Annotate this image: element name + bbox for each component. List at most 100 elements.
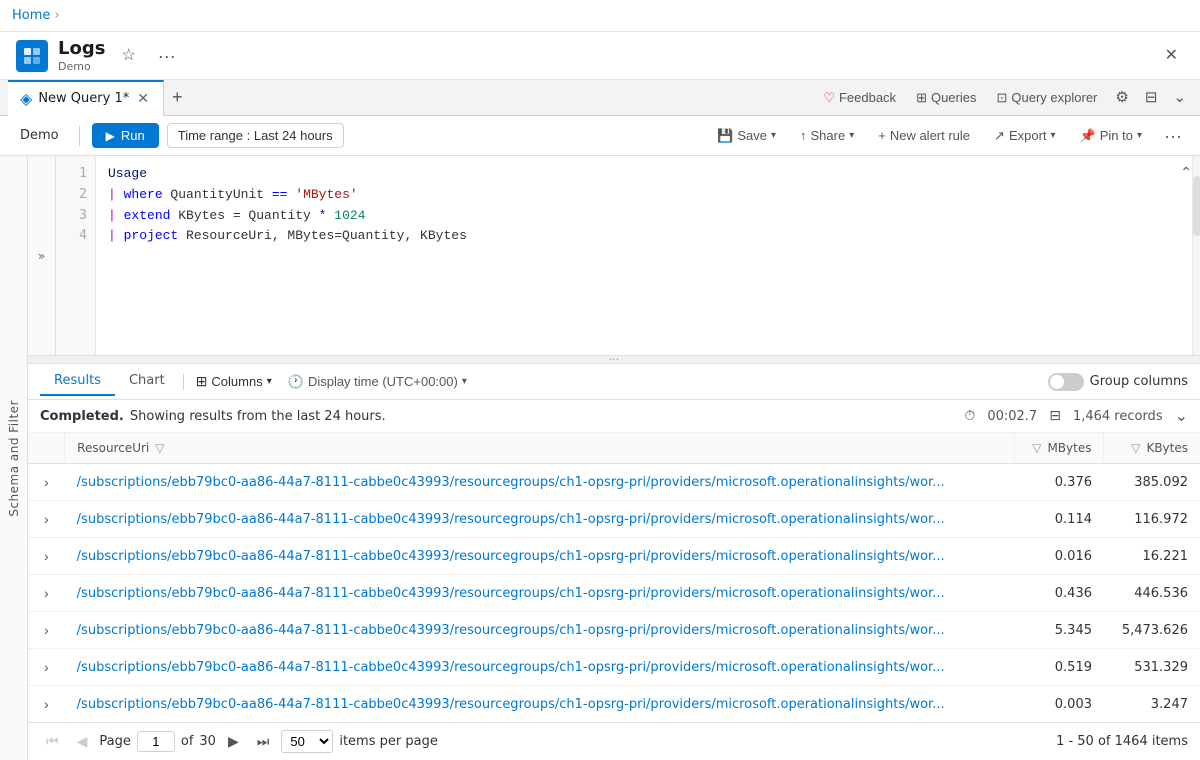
row-resource-uri: /subscriptions/ebb79bc0-aa86-44a7-8111-c… <box>65 575 1015 612</box>
feedback-button[interactable]: ♡ Feedback <box>815 86 904 110</box>
row-kbytes: 3.247 <box>1104 686 1200 723</box>
expand-row-button[interactable]: › <box>40 694 53 714</box>
status-completed: Completed. <box>40 409 124 424</box>
results-tab-divider <box>183 374 184 390</box>
expand-row-button[interactable]: › <box>40 620 53 640</box>
pin-to-button[interactable]: 📌 Pin to ▾ <box>1072 124 1150 148</box>
breadcrumb-home[interactable]: Home <box>12 8 50 23</box>
code-line-3: | extend KBytes = Quantity * 1024 <box>108 206 1188 227</box>
tab-label: New Query 1* <box>38 91 129 106</box>
row-kbytes: 5,473.626 <box>1104 612 1200 649</box>
tab-icon: ◈ <box>20 89 32 108</box>
tab-results[interactable]: Results <box>40 367 115 396</box>
collapse-sidebar-btn[interactable]: » <box>28 156 56 355</box>
status-message: Showing results from the last 24 hours. <box>130 409 386 424</box>
row-expand-cell: › <box>28 612 65 649</box>
settings-button[interactable]: ⚙ <box>1109 86 1134 109</box>
line-number: 4 <box>56 226 95 247</box>
row-resource-uri: /subscriptions/ebb79bc0-aa86-44a7-8111-c… <box>65 686 1015 723</box>
line-number: 1 <box>56 164 95 185</box>
row-mbytes: 5.345 <box>1014 612 1104 649</box>
time-range-button[interactable]: Time range : Last 24 hours <box>167 123 344 148</box>
per-page-select[interactable]: 50 100 200 <box>281 730 333 753</box>
query-editor: » 1 2 3 4 Usage | where QuantityUnit == … <box>28 156 1200 356</box>
alert-icon: + <box>878 128 886 143</box>
row-expand-cell: › <box>28 538 65 575</box>
table-row: › /subscriptions/ebb79bc0-aa86-44a7-8111… <box>28 538 1200 575</box>
expand-row-button[interactable]: › <box>40 583 53 603</box>
results-table: ResourceUri ▽ ▽ MBytes <box>28 433 1200 722</box>
row-resource-uri: /subscriptions/ebb79bc0-aa86-44a7-8111-c… <box>65 538 1015 575</box>
code-editor[interactable]: Usage | where QuantityUnit == 'MBytes' |… <box>96 156 1200 355</box>
tab-chart[interactable]: Chart <box>115 367 179 396</box>
more-toolbar-button[interactable]: ··· <box>1158 123 1188 149</box>
expand-results-button[interactable]: ⌄ <box>1175 406 1188 426</box>
prev-page-button[interactable]: ◀ <box>71 730 94 753</box>
first-page-button[interactable]: ⏮ <box>40 730 65 753</box>
table-row: › /subscriptions/ebb79bc0-aa86-44a7-8111… <box>28 649 1200 686</box>
queries-button[interactable]: ⊞ Queries <box>908 86 984 110</box>
expand-row-button[interactable]: › <box>40 509 53 529</box>
tab-bar: ◈ New Query 1* ✕ + ♡ Feedback ⊞ Queries … <box>0 80 1200 116</box>
expand-row-button[interactable]: › <box>40 472 53 492</box>
status-right: ⏱ 00:02.7 ⊟ 1,464 records ⌄ <box>964 406 1188 426</box>
tab-close-button[interactable]: ✕ <box>135 88 151 109</box>
group-columns-toggle[interactable] <box>1048 373 1084 391</box>
breadcrumb: Home › <box>12 8 60 23</box>
logs-icon <box>22 46 42 66</box>
export-button[interactable]: ↗ Export ▾ <box>986 124 1064 148</box>
timer-icon: ⏱ <box>964 408 975 424</box>
more-options-button[interactable]: ··· <box>152 43 182 69</box>
table-row: › /subscriptions/ebb79bc0-aa86-44a7-8111… <box>28 501 1200 538</box>
vertical-scrollbar[interactable] <box>1192 156 1200 355</box>
pagination: ⏮ ◀ Page of 30 ▶ ⏭ 50 100 200 items per … <box>28 722 1200 760</box>
run-button[interactable]: ▶ Run <box>92 123 159 148</box>
save-icon: 💾 <box>717 128 733 144</box>
favorite-button[interactable]: ☆ <box>115 44 141 68</box>
filter-resource-icon[interactable]: ▽ <box>155 441 164 455</box>
filter-mbytes-icon[interactable]: ▽ <box>1032 441 1041 455</box>
columns-button[interactable]: ⊞ Columns ▾ <box>188 369 280 394</box>
tab-header-right: ♡ Feedback ⊞ Queries ⊡ Query explorer ⚙ … <box>815 86 1192 110</box>
scrollbar-thumb[interactable] <box>1193 176 1200 236</box>
schema-filter-panel[interactable]: Schema and Filter <box>0 156 28 760</box>
records-count: 1,464 records <box>1073 409 1163 424</box>
query-explorer-button[interactable]: ⊡ Query explorer <box>989 86 1106 110</box>
share-button[interactable]: ↑ Share ▾ <box>792 124 862 147</box>
display-time-button[interactable]: 🕐 Display time (UTC+00:00) ▾ <box>280 370 475 394</box>
layout-button[interactable]: ⌄ <box>1167 86 1192 109</box>
new-alert-button[interactable]: + New alert rule <box>870 124 978 147</box>
page-input[interactable] <box>137 731 175 752</box>
group-columns-label: Group columns <box>1090 374 1188 389</box>
last-page-button[interactable]: ⏭ <box>251 730 276 753</box>
row-mbytes: 0.114 <box>1014 501 1104 538</box>
next-page-button[interactable]: ▶ <box>222 730 245 753</box>
row-kbytes: 116.972 <box>1104 501 1200 538</box>
columns-icon: ⊞ <box>196 373 208 390</box>
code-line-4: | project ResourceUri, MBytes=Quantity, … <box>108 226 1188 247</box>
resize-handle[interactable]: ··· <box>28 356 1200 364</box>
toolbar-divider <box>79 126 80 146</box>
status-bar: Completed. Showing results from the last… <box>28 400 1200 433</box>
run-label: Run <box>121 128 145 143</box>
page-label: Page <box>99 734 130 749</box>
table-row: › /subscriptions/ebb79bc0-aa86-44a7-8111… <box>28 575 1200 612</box>
row-expand-cell: › <box>28 686 65 723</box>
close-button[interactable]: ✕ <box>1159 44 1184 68</box>
save-button[interactable]: 💾 Save ▾ <box>709 124 784 148</box>
expand-row-button[interactable]: › <box>40 657 53 677</box>
code-line-1: Usage <box>108 164 1188 185</box>
new-tab-button[interactable]: + <box>164 83 191 112</box>
table-header-row: ResourceUri ▽ ▽ MBytes <box>28 433 1200 464</box>
view-toggle-button[interactable]: ⊟ <box>1139 86 1164 109</box>
page-of: of <box>181 734 194 749</box>
query-tab[interactable]: ◈ New Query 1* ✕ <box>8 80 164 116</box>
row-mbytes: 0.376 <box>1014 464 1104 501</box>
table-body: › /subscriptions/ebb79bc0-aa86-44a7-8111… <box>28 464 1200 723</box>
collapse-editor-button[interactable]: ⌃ <box>1180 164 1192 181</box>
row-expand-cell: › <box>28 649 65 686</box>
execution-time: 00:02.7 <box>987 409 1037 424</box>
filter-kbytes-icon[interactable]: ▽ <box>1131 441 1140 455</box>
queries-icon: ⊞ <box>916 90 927 106</box>
expand-row-button[interactable]: › <box>40 546 53 566</box>
